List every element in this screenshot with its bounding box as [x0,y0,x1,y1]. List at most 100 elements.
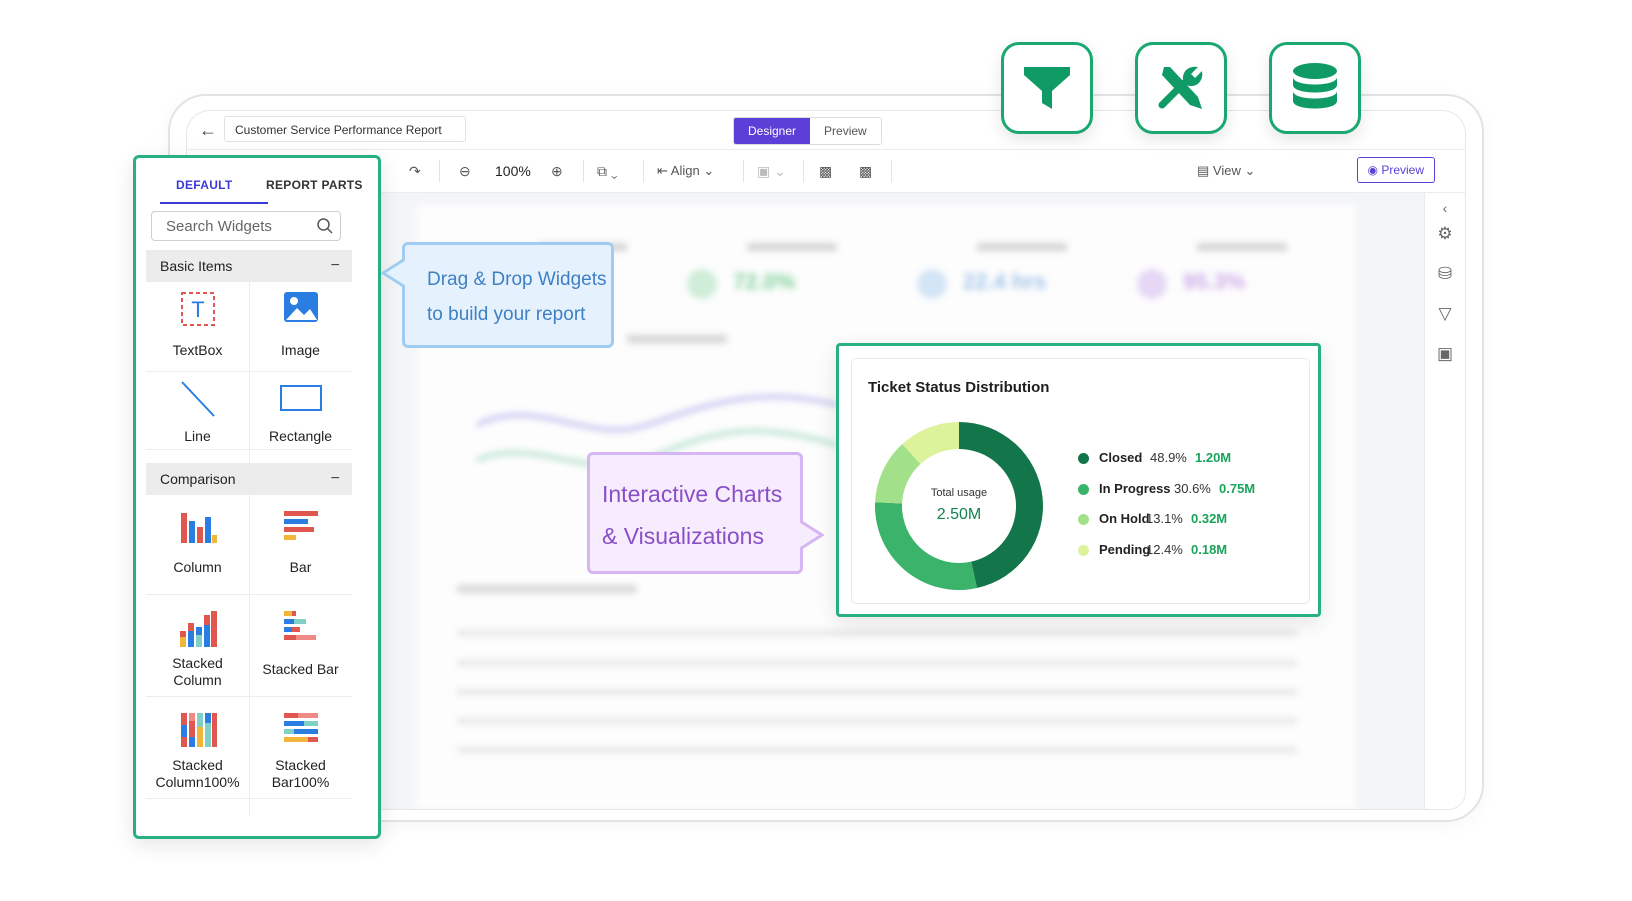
widget-bar-label: Bar [289,559,312,575]
widget-image[interactable]: Image [249,282,352,372]
widget-image-label: Image [281,342,320,358]
filter-rail-icon[interactable]: ▽ [1432,301,1458,327]
legend-percent: 48.9% [1150,450,1187,465]
widget-stacked-column100[interactable]: Stacked Column100% [146,697,249,799]
column-chart-icon [180,513,217,543]
legend-percent: 30.6% [1174,480,1211,496]
stacked-bar-icon [283,611,316,640]
callout-line-1: Interactive Charts [602,481,783,507]
label-line-1: Stacked [275,757,326,773]
copy-icon[interactable]: ⧉ ⌄ [597,150,618,192]
widget-stacked-bar[interactable]: Stacked Bar [249,595,352,697]
widget-bar[interactable]: Bar [249,495,352,595]
svg-text:T: T [191,297,204,322]
ticket-status-chart-frame: Ticket Status Distribution Total usage 2… [836,343,1321,617]
panel-tabs: DEFAULT REPORT PARTS [148,158,370,206]
widget-rectangle-label: Rectangle [268,428,333,444]
filter-icon [1024,67,1070,109]
search-widgets-box [151,211,341,241]
fit-page-icon[interactable]: ▩ [859,150,872,192]
group-basic-items-label: Basic Items [160,258,233,274]
zoom-out-icon[interactable]: ⊖ [459,150,471,192]
zoom-level[interactable]: 100% [495,150,531,192]
charts-callout: Interactive Charts & Visualizations [587,452,824,574]
callout-line-2: & Visualizations [602,523,764,549]
redo-icon[interactable]: ↷ [409,150,421,192]
properties-rail: ‹ ⚙ ⛁ ▽ ▣ [1424,193,1465,809]
mode-switch: Designer Preview [733,117,882,145]
widget-column-label: Column [173,559,222,575]
label-line-1: Stacked [172,757,223,773]
kpi-sla-compliance: 95.3% [1183,269,1246,294]
preview-button-label: Preview [1381,163,1424,177]
widget-textbox[interactable]: T TextBox [146,282,249,372]
group-comparison[interactable]: Comparison − [146,463,352,495]
image-icon [283,292,318,322]
legend-percent: 13.1% [1146,511,1183,526]
widget-line-label: Line [184,428,211,444]
group-icon[interactable]: ▣ ⌄ [757,150,786,192]
legend-name: In Progress [1099,480,1171,496]
legend-value: 0.32M [1191,511,1228,526]
callout-line-1: Drag & Drop Widgets [427,269,607,290]
donut-center-label: Total usage [931,487,987,499]
widget-rectangle[interactable]: Rectangle [249,372,352,450]
widget-textbox-label: TextBox [172,342,223,358]
tab-default[interactable]: DEFAULT [176,178,233,192]
label-line-2: Column [173,672,222,688]
widget-line[interactable]: Line [146,372,249,450]
label-line-2: Bar100% [271,774,330,790]
donut-chart: Total usage 2.50M [875,422,1044,590]
back-arrow-icon[interactable]: ← [197,119,219,141]
active-tab-indicator [160,202,268,204]
drag-drop-callout: Drag & Drop Widgets to build your report [381,242,614,348]
report-title-field[interactable]: Customer Service Performance Report [224,116,466,142]
label-line-1: Stacked [172,655,223,671]
callout-pointer-icon [381,257,405,289]
ticket-status-chart-card[interactable]: Ticket Status Distribution Total usage 2… [851,358,1310,604]
database-icon [1293,63,1337,109]
image-settings-icon[interactable]: ▣ [1432,341,1458,367]
collapse-chevron-icon[interactable]: ‹ [1432,195,1458,221]
database-feature-tile [1269,42,1361,134]
fit-width-icon[interactable]: ▩ [819,150,832,192]
legend-percent: 12.4% [1146,541,1183,557]
legend-swatch [1078,453,1089,464]
widget-column[interactable]: Column [146,495,249,595]
rectangle-icon [279,385,322,411]
collapse-icon[interactable]: − [331,250,340,282]
tools-icon [1158,66,1203,109]
group-basic-items[interactable]: Basic Items − [146,250,352,282]
legend-value: 0.18M [1191,541,1228,557]
align-menu[interactable]: ⇤ Align ⌄ [657,150,714,192]
preview-tab[interactable]: Preview [810,118,881,144]
widget-stacked-bar100-label: Stacked Bar100% [249,757,352,791]
tab-report-parts[interactable]: REPORT PARTS [266,178,363,192]
legend-name: On Hold [1099,511,1150,526]
widget-stacked-column-label: Stacked Column [146,655,249,689]
filter-feature-tile [1001,42,1093,134]
stacked-column100-icon [180,713,217,747]
data-source-icon[interactable]: ⛁ [1432,261,1458,287]
search-input[interactable] [164,217,318,236]
legend-value: 1.20M [1195,450,1232,465]
collapse-icon[interactable]: − [331,463,340,495]
legend-swatch [1078,544,1089,556]
preview-button[interactable]: ◉ Preview [1356,157,1435,183]
settings-gear-icon[interactable]: ⚙ [1432,221,1458,247]
designer-tab[interactable]: Designer [734,118,811,144]
view-label: View [1212,163,1241,178]
widget-stacked-bar-label: Stacked Bar [262,661,339,677]
group-comparison-label: Comparison [160,471,236,487]
widget-stacked-column[interactable]: Stacked Column [146,595,249,697]
bar-chart-icon [283,511,318,540]
callout-pointer-icon [800,519,824,551]
search-icon[interactable] [316,217,334,235]
kpi-resolution-time: 22.4 hrs [963,269,1047,294]
widget-stacked-bar100[interactable]: Stacked Bar100% [249,697,352,799]
legend-name: Pending [1099,541,1151,557]
view-menu[interactable]: ▤ View ⌄ [1197,150,1255,192]
legend-swatch [1078,483,1089,495]
zoom-in-icon[interactable]: ⊕ [551,150,563,192]
chart-title: Ticket Status Distribution [868,379,1050,396]
